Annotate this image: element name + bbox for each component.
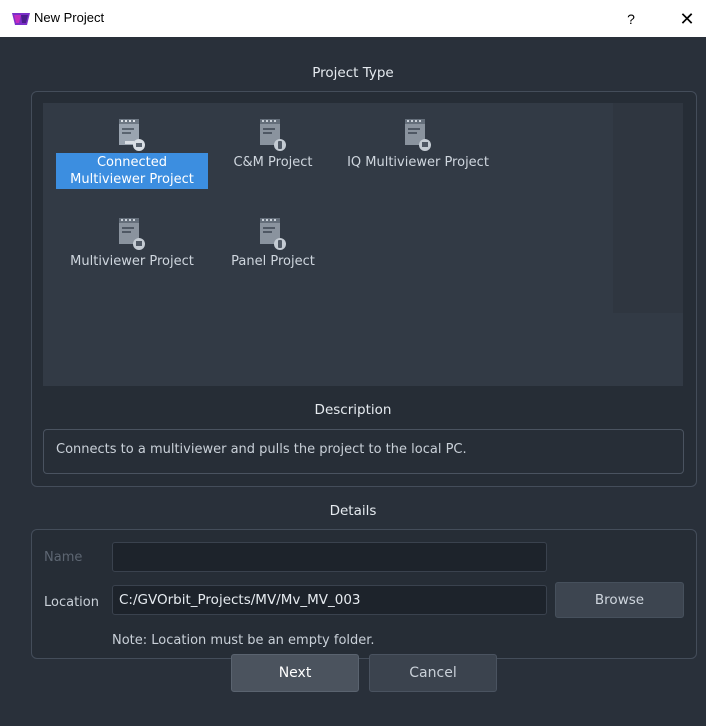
project-type-label: C&M Project	[233, 155, 313, 170]
panel-document-icon	[260, 218, 286, 250]
app-logo-icon	[12, 13, 30, 25]
project-type-cm[interactable]: C&M Project	[223, 115, 323, 172]
description-text: Connects to a multiviewer and pulls the …	[43, 429, 684, 474]
window-title: New Project	[34, 10, 105, 25]
panel-document-icon	[260, 119, 286, 151]
new-project-dialog: Project Type Connected Multiviewer Proje…	[0, 37, 706, 726]
location-note: Note: Location must be an empty folder.	[112, 633, 375, 648]
location-label: Location	[44, 595, 99, 610]
window-titlebar: New Project ? ✕	[0, 0, 706, 37]
project-type-label: IQ Multiviewer Project	[347, 155, 489, 170]
cancel-button[interactable]: Cancel	[369, 654, 497, 692]
next-button[interactable]: Next	[231, 654, 359, 692]
project-type-multiviewer[interactable]: Multiviewer Project	[56, 214, 208, 271]
project-type-iq-multiviewer[interactable]: IQ Multiviewer Project	[333, 115, 503, 172]
browse-button[interactable]: Browse	[555, 582, 684, 618]
description-heading: Description	[314, 402, 392, 418]
multiviewer-document-icon	[119, 218, 145, 250]
location-input[interactable]	[112, 585, 547, 615]
project-type-label-line1: Connected	[96, 155, 167, 170]
details-heading: Details	[329, 503, 377, 519]
name-label: Name	[44, 550, 83, 565]
project-type-label-line2: Multiviewer Project	[70, 172, 194, 187]
name-input[interactable]	[112, 542, 547, 572]
project-type-panel[interactable]: Panel Project	[213, 214, 333, 271]
project-type-connected-multiviewer[interactable]: Connected Multiviewer Project	[56, 115, 208, 189]
multiviewer-document-icon	[405, 119, 431, 151]
help-button[interactable]: ?	[618, 6, 644, 32]
project-type-list[interactable]: Connected Multiviewer Project C&M Projec…	[43, 103, 683, 386]
project-type-heading: Project Type	[312, 65, 394, 81]
close-button[interactable]: ✕	[672, 5, 702, 33]
connected-document-icon	[119, 119, 145, 151]
project-type-label: Panel Project	[231, 254, 315, 269]
project-type-label: Multiviewer Project	[70, 254, 194, 269]
